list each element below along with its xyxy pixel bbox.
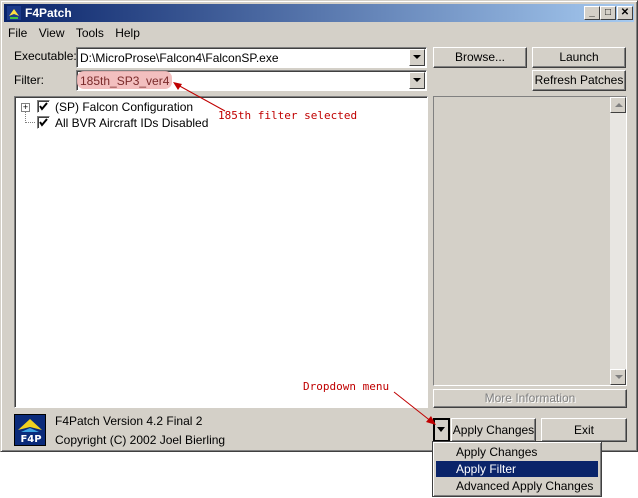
menu-bar: File View Tools Help [4, 24, 144, 42]
chevron-down-icon [413, 55, 421, 59]
scroll-down-button[interactable] [610, 369, 626, 385]
close-icon: ✕ [620, 7, 630, 18]
jet-logo-icon [18, 419, 42, 432]
tree-checkbox[interactable] [37, 100, 50, 113]
more-information-label: More Information [484, 391, 576, 405]
menu-tools[interactable]: Tools [72, 24, 108, 42]
executable-combo[interactable]: D:\MicroProse\Falcon4\FalconSP.exe [76, 47, 427, 68]
refresh-patches-label: Refresh Patches [534, 73, 624, 87]
filter-dropdown-button[interactable] [409, 72, 425, 89]
launch-button[interactable]: Launch [532, 47, 626, 68]
app-icon [7, 6, 21, 20]
exit-button-label: Exit [573, 423, 594, 437]
patch-tree[interactable]: + (SP) Falcon Configuration All BVR Airc… [14, 96, 428, 408]
executable-value: D:\MicroProse\Falcon4\FalconSP.exe [80, 51, 279, 65]
window-title: F4Patch [25, 6, 72, 20]
minimize-icon: _ [589, 7, 595, 18]
dropdown-annotation: Dropdown menu [303, 380, 390, 393]
arrow-down-icon [615, 375, 623, 379]
exit-button[interactable]: Exit [541, 418, 627, 442]
close-button[interactable]: ✕ [617, 6, 633, 20]
copyright-text: Copyright (C) 2002 Joel Bierling [55, 433, 226, 447]
more-information-button[interactable]: More Information [433, 389, 627, 408]
checkmark-icon [39, 102, 48, 111]
menu-view[interactable]: View [35, 24, 69, 42]
filter-annotation: 185th filter selected [218, 109, 358, 122]
browse-button-label: Browse... [454, 50, 505, 64]
apply-changes-label: Apply Changes [452, 423, 535, 437]
f4p-logo: F4P [14, 414, 46, 446]
refresh-patches-button[interactable]: Refresh Patches [532, 70, 626, 91]
apply-changes-button[interactable]: Apply Changes [451, 418, 536, 442]
info-scrollbar[interactable] [610, 97, 626, 385]
executable-label: Executable: [14, 49, 77, 63]
menu-help[interactable]: Help [111, 24, 144, 42]
filter-combo[interactable]: 185th_SP3_ver4 [76, 70, 427, 91]
tree-item-label: All BVR Aircraft IDs Disabled [55, 116, 209, 130]
version-text: F4Patch Version 4.2 Final 2 [55, 414, 203, 428]
title-bar[interactable]: F4Patch _ □ ✕ [4, 4, 634, 22]
browse-button[interactable]: Browse... [433, 47, 527, 68]
menu-apply-filter[interactable]: Apply Filter [436, 461, 598, 477]
executable-dropdown-button[interactable] [409, 49, 425, 66]
filter-annotation-arrow [173, 82, 226, 112]
patch-info-panel [433, 96, 627, 386]
logo-text: F4P [20, 434, 42, 445]
minimize-button[interactable]: _ [584, 6, 600, 20]
launch-button-label: Launch [559, 50, 599, 64]
menu-apply-changes[interactable]: Apply Changes [436, 444, 598, 460]
dropdown-annotation-arrow [393, 391, 436, 425]
scroll-up-button[interactable] [610, 97, 626, 113]
menu-advanced-apply-changes[interactable]: Advanced Apply Changes [436, 478, 598, 494]
apply-dropdown-menu: Apply Changes Apply Filter Advanced Appl… [432, 441, 602, 497]
chevron-down-icon [413, 78, 421, 82]
filter-value: 185th_SP3_ver4 [80, 74, 170, 88]
checkmark-icon [39, 118, 48, 127]
arrow-up-icon [615, 103, 623, 107]
tree-checkbox[interactable] [37, 116, 50, 129]
maximize-icon: □ [604, 7, 612, 18]
menu-file[interactable]: File [4, 24, 31, 42]
maximize-button[interactable]: □ [600, 6, 616, 20]
filter-label: Filter: [14, 73, 44, 87]
tree-line [25, 122, 35, 124]
